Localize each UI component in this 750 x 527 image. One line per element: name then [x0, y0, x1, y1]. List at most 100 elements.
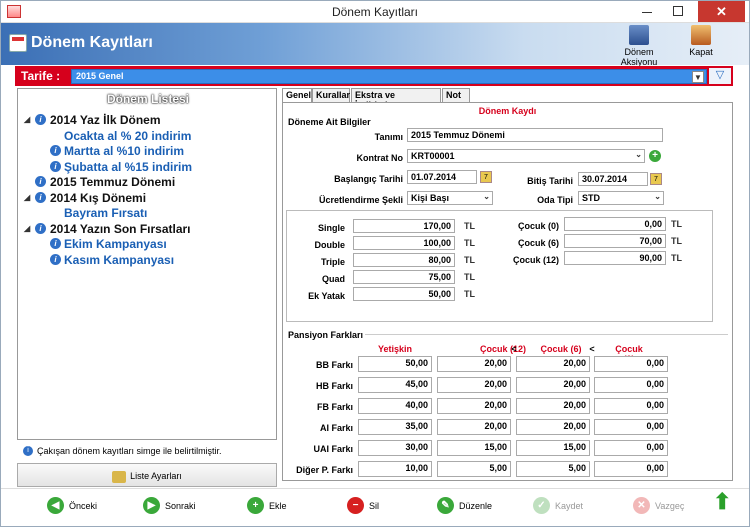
- expand-arrow-icon[interactable]: ◢: [24, 224, 30, 233]
- pansiyon-cell[interactable]: 40,00: [358, 398, 432, 414]
- chevron-down-icon: ⌄: [635, 150, 642, 159]
- price-label: Double: [314, 240, 346, 250]
- price-box: Single 170,00 TL Double 100,00 TL Triple 8…: [286, 210, 713, 322]
- info-icon: i: [35, 176, 46, 187]
- overlap-info-text: Çakışan dönem kayıtları simge ile belirt…: [37, 446, 222, 456]
- tab-kurallar[interactable]: Kurallar: [312, 88, 350, 102]
- price-input[interactable]: 100,00: [353, 236, 455, 250]
- title-bar: Dönem Kayıtları ✕: [1, 1, 749, 23]
- baslangic-input[interactable]: 01.07.2014: [407, 170, 477, 184]
- child-price-input[interactable]: 90,00: [564, 251, 666, 265]
- price-input[interactable]: 170,00: [353, 219, 455, 233]
- pansiyon-cell[interactable]: 30,00: [358, 440, 432, 456]
- chevron-down-icon[interactable]: ▼: [692, 71, 704, 83]
- ekle-label: Ekle: [269, 501, 287, 511]
- tab-not[interactable]: Not: [442, 88, 470, 102]
- pansiyon-cell[interactable]: 35,00: [358, 419, 432, 435]
- tree-item-label: Martta al %10 indirim: [64, 144, 185, 158]
- pansiyon-cell[interactable]: 0,00: [594, 398, 668, 414]
- vazgec-label: Vazgeç: [655, 501, 685, 511]
- tree-item-label: Şubatta al %15 indirim: [64, 159, 193, 174]
- donem-aksiyonu-button[interactable]: Dönem Aksiyonu: [609, 25, 669, 67]
- pansiyon-cell[interactable]: 20,00: [516, 356, 590, 372]
- kontrat-select[interactable]: KRT00001 ⌄: [407, 149, 645, 163]
- child-price-input[interactable]: 70,00: [564, 234, 666, 248]
- tree-item[interactable]: ◢ i 2014 Yaz İlk Dönem: [18, 113, 276, 129]
- tanimi-label: Tanımı: [374, 132, 403, 142]
- price-input[interactable]: 75,00: [353, 270, 455, 284]
- bitis-input[interactable]: 30.07.2014: [578, 172, 648, 186]
- tree-item[interactable]: ◢ i 2014 Kış Dönemi: [18, 191, 276, 207]
- filter-icon[interactable]: ▽: [709, 68, 731, 84]
- pansiyon-cell[interactable]: 20,00: [516, 398, 590, 414]
- tree-item[interactable]: i 2015 Temmuz Dönemi: [18, 175, 276, 191]
- tree-item[interactable]: Bayram Fırsatı: [18, 206, 276, 222]
- liste-ayarlari-label: Liste Ayarları: [130, 471, 182, 481]
- tab-genel[interactable]: Genel: [282, 88, 312, 102]
- bitis-label: Bitiş Tarihi: [527, 176, 573, 186]
- tab-ekstra[interactable]: Ekstra ve İndirimler: [351, 88, 441, 110]
- maximize-button[interactable]: [673, 6, 683, 16]
- expand-arrow-icon[interactable]: ◢: [24, 115, 30, 124]
- pansiyon-cell[interactable]: 20,00: [437, 356, 511, 372]
- tree-item[interactable]: i Kasım Kampanyası: [18, 253, 276, 269]
- liste-ayarlari-button[interactable]: Liste Ayarları: [17, 463, 277, 487]
- window: Dönem Kayıtları ✕ Dönem Kayıtları Dönem …: [0, 0, 750, 527]
- info-icon: i: [50, 238, 61, 249]
- calendar-icon[interactable]: 7: [480, 171, 492, 183]
- tarife-select[interactable]: 2015 Genel ▼: [71, 69, 707, 84]
- currency-icon: TL: [671, 253, 682, 263]
- pansiyon-cell[interactable]: 0,00: [594, 356, 668, 372]
- kaydet-label: Kaydet: [555, 501, 584, 511]
- ucret-select[interactable]: Kişi Başı ⌄: [407, 191, 493, 205]
- pansiyon-cell[interactable]: 5,00: [516, 461, 590, 477]
- child-price-label: Çocuk (6): [517, 238, 559, 248]
- arrow-up-icon[interactable]: ⬆: [713, 491, 731, 513]
- oda-select[interactable]: STD ⌄: [578, 191, 664, 205]
- donem-aksiyonu-label: Dönem Aksiyonu: [620, 47, 658, 67]
- pansiyon-cell[interactable]: 0,00: [594, 461, 668, 477]
- tree-item[interactable]: i Şubatta al %15 indirim: [18, 160, 276, 176]
- minimize-button[interactable]: [642, 7, 652, 17]
- pansiyon-cell[interactable]: 20,00: [437, 398, 511, 414]
- tree-item[interactable]: ◢ i 2014 Yazın Son Fırsatları: [18, 222, 276, 238]
- price-input[interactable]: 80,00: [353, 253, 455, 267]
- pansiyon-cell[interactable]: 15,00: [516, 440, 590, 456]
- currency-icon: TL: [671, 236, 682, 246]
- info-icon: i: [35, 191, 46, 203]
- pansiyon-cell[interactable]: 5,00: [437, 461, 511, 477]
- baslangic-label: Başlangıç Tarihi: [334, 174, 403, 184]
- info-icon: i: [35, 222, 46, 234]
- kapat-button[interactable]: Kapat: [685, 25, 717, 57]
- tree-item[interactable]: i Ekim Kampanyası: [18, 237, 276, 253]
- pansiyon-cell[interactable]: 0,00: [594, 419, 668, 435]
- pansiyon-cell[interactable]: 0,00: [594, 377, 668, 393]
- tree-item[interactable]: i Martta al %10 indirim: [18, 144, 276, 160]
- tree-item[interactable]: Ocakta al % 20 indirim: [18, 129, 276, 145]
- oda-value: STD: [582, 193, 600, 203]
- pansiyon-cell[interactable]: 20,00: [437, 419, 511, 435]
- pansiyon-cell[interactable]: 15,00: [437, 440, 511, 456]
- pansiyon-cell[interactable]: 10,00: [358, 461, 432, 477]
- tarife-label: Tarife :: [21, 69, 61, 83]
- donem-tree: ◢ i 2014 Yaz İlk Dönem Ocakta al % 20 indir…: [18, 113, 276, 268]
- pansiyon-cell[interactable]: 0,00: [594, 440, 668, 456]
- child-price-input[interactable]: 0,00: [564, 217, 666, 231]
- pansiyon-cell[interactable]: 20,00: [516, 419, 590, 435]
- pansiyon-cell[interactable]: 45,00: [358, 377, 432, 393]
- price-input[interactable]: 50,00: [353, 287, 455, 301]
- pansiyon-cell[interactable]: 20,00: [516, 377, 590, 393]
- pansiyon-header: Çocuk (6): [540, 344, 582, 354]
- pansiyon-cell[interactable]: 20,00: [437, 377, 511, 393]
- tree-item-label: Ocakta al % 20 indirim: [64, 128, 192, 143]
- close-button[interactable]: ✕: [698, 1, 745, 22]
- donem-kaydi-title: Dönem Kaydı: [478, 106, 537, 116]
- expand-arrow-icon[interactable]: ◢: [24, 193, 30, 202]
- calendar-icon[interactable]: 7: [650, 173, 662, 185]
- page-title: Dönem Kayıtları: [31, 34, 153, 51]
- calendar-icon: [9, 34, 27, 52]
- currency-icon: TL: [464, 272, 475, 282]
- add-kontrat-icon[interactable]: +: [649, 150, 661, 162]
- tanimi-input[interactable]: 2015 Temmuz Dönemi: [407, 128, 663, 142]
- pansiyon-cell[interactable]: 50,00: [358, 356, 432, 372]
